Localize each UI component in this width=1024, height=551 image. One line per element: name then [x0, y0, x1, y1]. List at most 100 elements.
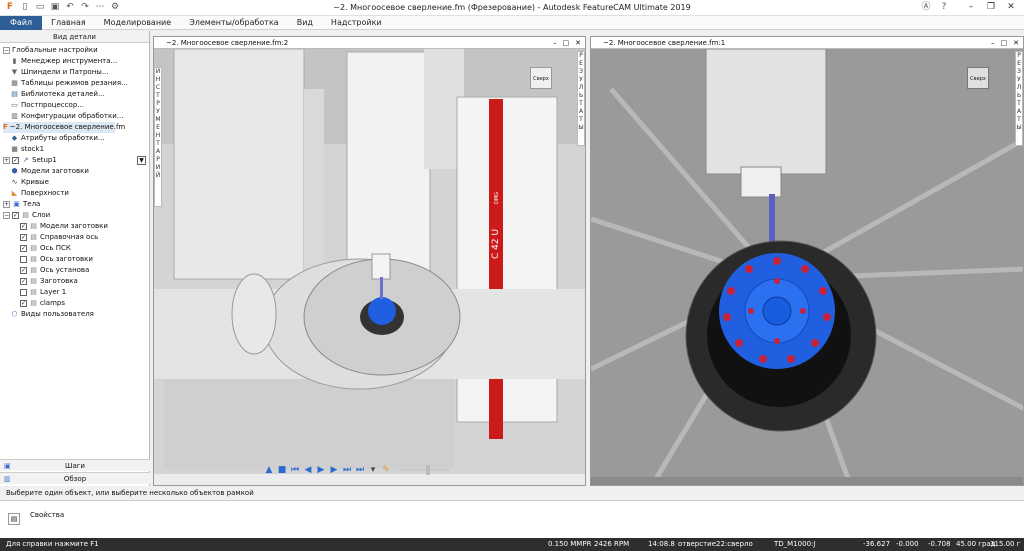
results-side-tab[interactable]: РЕЗУЛЬТАТЫ	[577, 51, 585, 146]
expand-icon[interactable]: +	[3, 201, 10, 208]
help-hint: Для справки нажмите F1	[6, 540, 99, 548]
fast-forward-icon[interactable]: ⏭	[342, 465, 352, 475]
viewport-1[interactable]: ~2. Многоосевое сверление.fm:1 – □ ✕ Р Е…	[590, 36, 1024, 486]
surface-icon: ◣	[11, 189, 18, 197]
tree-item-layer-ref-axis[interactable]: ✓ ▤ Справочная ось	[20, 232, 98, 243]
maximize-icon[interactable]: □	[1001, 37, 1008, 49]
tree-item-tool-manager[interactable]: ▮ Менеджер инструмента...	[10, 56, 118, 67]
tab-overview[interactable]: ▥ Обзор	[0, 472, 150, 484]
title-bar: F ▯ ▭ ▣ ↶ ↷ ⋯ ⚙ ~2. Многоосевое сверлени…	[0, 0, 1024, 16]
collapse-icon[interactable]: −	[3, 212, 10, 219]
tree-item-machining-config[interactable]: ▥ Конфигурации обработки...	[10, 111, 123, 122]
minimize-icon[interactable]: –	[962, 1, 980, 14]
layer-checkbox[interactable]: ✓	[20, 223, 27, 230]
properties-panel: ▤ Свойства	[0, 500, 1024, 538]
end-icon[interactable]: ⏭	[355, 465, 365, 475]
window-title: ~2. Многоосевое сверление.fm (Фрезерован…	[333, 3, 691, 12]
speed-slider-thumb[interactable]	[426, 465, 430, 475]
stop-icon[interactable]: ■	[277, 465, 287, 475]
tree-item-spindles[interactable]: ▼ Шпиндели и Патроны...	[10, 67, 109, 78]
tree-item-postprocessor[interactable]: ▭ Постпроцессор...	[10, 100, 84, 111]
tab-steps[interactable]: ▣ Шаги	[0, 459, 150, 471]
layer-icon: ▤	[30, 255, 37, 263]
part-view-header: Вид детали	[0, 31, 149, 43]
layers-icon: ▤	[22, 211, 29, 219]
status-bar: Для справки нажмите F1 0.150 MMPR 2426 R…	[0, 538, 1024, 551]
simulation-controls: ▲ ■ ⏮ ◀ ▶ ▶ ⏭ ⏭ ▾ ✎	[264, 465, 450, 475]
tree-item-curves[interactable]: ∿ Кривые	[10, 177, 49, 188]
speed-slider[interactable]	[400, 465, 450, 475]
rpm-value: 2426 RPM	[594, 540, 630, 548]
tab-home[interactable]: Главная	[42, 18, 95, 27]
layer-checkbox[interactable]: ✓	[20, 278, 27, 285]
tab-modeling[interactable]: Моделирование	[95, 18, 181, 27]
play-up-icon[interactable]: ▲	[264, 465, 274, 475]
tree-item-document[interactable]: F ~2. Многоосевое сверление.fm	[3, 122, 125, 133]
close-icon[interactable]: ✕	[1002, 1, 1020, 14]
tree-item-solids[interactable]: + ▣ Тела	[3, 199, 40, 210]
tree-item-global-settings[interactable]: − Глобальные настройки	[3, 45, 98, 56]
autodesk-account-icon[interactable]: Ⓐ	[920, 1, 932, 13]
pencil-icon[interactable]: ✎	[381, 465, 391, 475]
expand-icon[interactable]: +	[3, 157, 10, 164]
setup-dropdown-icon[interactable]: ▼	[137, 155, 146, 166]
rewind-icon[interactable]: ⏮	[290, 465, 300, 475]
tree-item-surfaces[interactable]: ◣ Поверхности	[10, 188, 69, 199]
properties-icon[interactable]: ▤	[8, 513, 20, 525]
tree-item-stock-models[interactable]: ⬢ Модели заготовки	[10, 166, 89, 177]
layer-checkbox[interactable]	[20, 256, 27, 263]
solid-icon: ▣	[13, 200, 20, 208]
machine-scene-1[interactable]	[591, 49, 1024, 486]
speed-dropdown-icon[interactable]: ▾	[368, 465, 378, 475]
layer-icon: ▤	[30, 222, 37, 230]
collapse-icon[interactable]: −	[3, 47, 10, 54]
results-side-tab-1[interactable]: РЕЗУЛЬТАТЫ	[1015, 51, 1023, 146]
view-cube-1[interactable]: Сверх	[967, 67, 989, 89]
tree-item-layer-stock-models[interactable]: ✓ ▤ Модели заготовки	[20, 221, 108, 232]
machine-scene-2[interactable]: C 42 U DMG	[154, 49, 586, 486]
view-cube[interactable]: Сверх	[530, 67, 552, 89]
layers-checkbox[interactable]: ✓	[12, 212, 19, 219]
maximize-icon[interactable]: □	[563, 37, 570, 49]
layer-checkbox[interactable]	[20, 289, 27, 296]
tree-item-layer-clamps[interactable]: ✓ ▤ clamps	[20, 298, 65, 309]
close-icon[interactable]: ✕	[1013, 37, 1019, 49]
minimize-icon[interactable]: –	[991, 37, 995, 49]
tree-item-part-library[interactable]: ▤ Библиотека деталей...	[10, 89, 104, 100]
c-angle: 315.00 г	[990, 540, 1021, 548]
tree-item-layer-stock[interactable]: ✓ ▤ Заготовка	[20, 276, 78, 287]
layer-checkbox[interactable]: ✓	[20, 234, 27, 241]
tab-view[interactable]: Вид	[288, 18, 322, 27]
tree-item-user-views[interactable]: ⬡ Виды пользователя	[10, 309, 93, 320]
play-icon[interactable]: ▶	[316, 465, 326, 475]
tab-addins[interactable]: Надстройки	[322, 18, 391, 27]
stock-icon: ■	[11, 145, 18, 153]
step-forward-icon[interactable]: ▶	[329, 465, 339, 475]
tree-item-layer-ucs-axis[interactable]: ✓ ▤ Ось ПСК	[20, 243, 71, 254]
properties-label[interactable]: Свойства	[30, 511, 64, 519]
restore-icon[interactable]: ❐	[982, 1, 1000, 14]
tab-features[interactable]: Элементы/обработка	[180, 18, 288, 27]
viewport-2[interactable]: ~2. Многоосевое сверление.fm:2 – □ ✕ C 4…	[153, 36, 586, 486]
setup-checkbox[interactable]: ✓	[12, 157, 19, 164]
viewport-1-header: ~2. Многоосевое сверление.fm:1 – □ ✕	[591, 37, 1023, 49]
tree-item-feeds-speeds[interactable]: ▦ Таблицы режимов резания...	[10, 78, 128, 89]
minimize-icon[interactable]: –	[553, 37, 557, 49]
layer-checkbox[interactable]: ✓	[20, 267, 27, 274]
tree-item-layer-setup-axis[interactable]: ✓ ▤ Ось установа	[20, 265, 89, 276]
tree-item-layer-1[interactable]: ▤ Layer 1	[20, 287, 66, 298]
tree-item-layer-stock-axis[interactable]: ▤ Ось заготовки	[20, 254, 93, 265]
tree-item-layers[interactable]: − ✓ ▤ Слои	[3, 210, 50, 221]
tab-file[interactable]: Файл	[0, 15, 43, 30]
layer-checkbox[interactable]: ✓	[20, 245, 27, 252]
tree-item-setup[interactable]: + ✓ ↗ Setup1	[3, 155, 57, 166]
tree-item-stock[interactable]: ■ stock1	[10, 144, 44, 155]
step-back-icon[interactable]: ◀	[303, 465, 313, 475]
tools-side-tab[interactable]: ИНСТРУМЕНТАРИЙ	[154, 67, 162, 207]
attributes-icon: ◆	[11, 134, 18, 142]
x-coordinate: -36.627	[863, 540, 891, 548]
layer-checkbox[interactable]: ✓	[20, 300, 27, 307]
tree-item-machining-attributes[interactable]: ◆ Атрибуты обработки...	[10, 133, 105, 144]
close-icon[interactable]: ✕	[575, 37, 581, 49]
help-icon[interactable]: ?	[938, 1, 950, 13]
